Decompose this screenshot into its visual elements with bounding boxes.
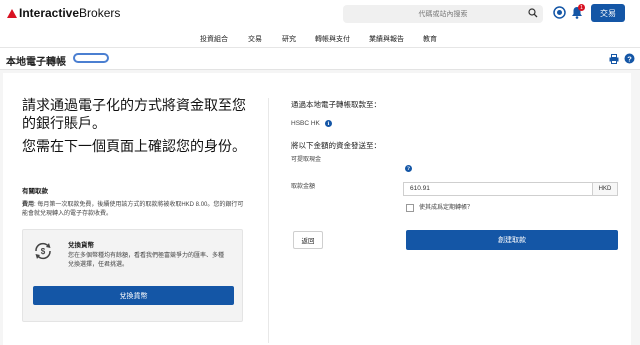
amount-input[interactable]: 610.91 (403, 182, 593, 196)
fee-label: 費用 (22, 202, 35, 208)
top-bar: Interactive Brokers 代碼或站內搜索 1 交易 (0, 0, 640, 28)
trade-button[interactable]: 交易 (591, 4, 625, 22)
exchange-title: 兌換貨幣 (68, 242, 94, 249)
fee-text: 費用: 每月第一次取款免費，後續使用該方式的取款將被收取HKD 8.00。您的銀… (22, 201, 247, 219)
notification-badge: 1 (578, 4, 585, 11)
exchange-currency-box: $ 兌換貨幣 您在多個幣種均有餘額，看看我們極富競爭力的匯率、多種兌換選擇，任君… (22, 229, 243, 322)
column-divider (268, 98, 269, 343)
main-card: 請求通過電子化的方式將資金取至您的銀行賬戶。 您需在下一個頁面上確認您的身份。 … (3, 73, 631, 345)
withdrawable-info-icon[interactable]: ? (405, 165, 412, 172)
bank-info-icon[interactable]: i (324, 120, 332, 127)
recurring-checkbox[interactable] (406, 204, 414, 212)
withdrawable-cash-label: 可提取現金 (291, 157, 322, 163)
toggle-pill[interactable] (73, 53, 109, 63)
search-placeholder: 代碼或站內搜索 (418, 11, 468, 18)
nav-item-performance-reports[interactable]: 業績與報告 (369, 34, 404, 44)
fee-description: : 每月第一次取款免費，後續使用該方式的取款將被收取HKD 8.00。您的銀行可… (22, 202, 244, 217)
nav-item-education[interactable]: 教育 (423, 34, 437, 44)
search-icon[interactable] (528, 8, 538, 18)
destination-label: 通過本地電子轉帳取款至： (291, 100, 381, 109)
bank-row: HSBC HK i (291, 119, 332, 128)
create-withdrawal-button[interactable]: 創建取款 (406, 230, 618, 250)
exchange-description: 您在多個幣種均有餘額，看看我們極富競爭力的匯率、多種兌換選擇，任君挑選。 (68, 253, 225, 268)
recurring-label: 使其成爲定期轉帳？ (419, 205, 474, 211)
page-title: 本地電子轉帳 (6, 57, 66, 68)
logo-mark-icon (7, 8, 17, 18)
nav-item-transfer-pay[interactable]: 轉帳與支付 (315, 34, 350, 44)
instruction-heading: 請求通過電子化的方式將資金取至您的銀行賬戶。 (22, 97, 246, 131)
nav-item-trade[interactable]: 交易 (248, 34, 262, 44)
about-withdrawal-title: 有關取款 (22, 188, 48, 195)
logo-text: Brokers (79, 6, 121, 20)
amount-label: 取款金額 (291, 184, 316, 190)
svg-text:$: $ (41, 247, 46, 256)
help-icon[interactable] (553, 6, 566, 19)
back-button[interactable]: 返回 (293, 231, 323, 249)
svg-text:?: ? (627, 54, 632, 63)
logo-text-bold: Interactive (19, 6, 80, 20)
identity-heading: 您需在下一個頁面上確認您的身份。 (22, 138, 246, 154)
help-circle-icon[interactable]: ? (624, 53, 635, 64)
send-amount-label: 將以下金額的資金發送至： (291, 141, 381, 150)
exchange-currency-button[interactable]: 兌換貨幣 (33, 286, 234, 305)
print-icon[interactable] (609, 54, 619, 64)
search-input[interactable]: 代碼或站內搜索 (343, 5, 543, 23)
main-nav: 投資組合 交易 研究 轉帳與支付 業績與報告 教育 (0, 28, 640, 48)
nav-item-portfolio[interactable]: 投資組合 (200, 34, 228, 44)
currency-exchange-icon: $ (35, 242, 51, 260)
logo[interactable]: Interactive Brokers (7, 6, 120, 20)
page-header: 本地電子轉帳 ? (0, 48, 640, 70)
currency-label: HKD (593, 182, 618, 196)
nav-item-research[interactable]: 研究 (282, 34, 296, 44)
bank-name: HSBC HK (291, 120, 320, 127)
